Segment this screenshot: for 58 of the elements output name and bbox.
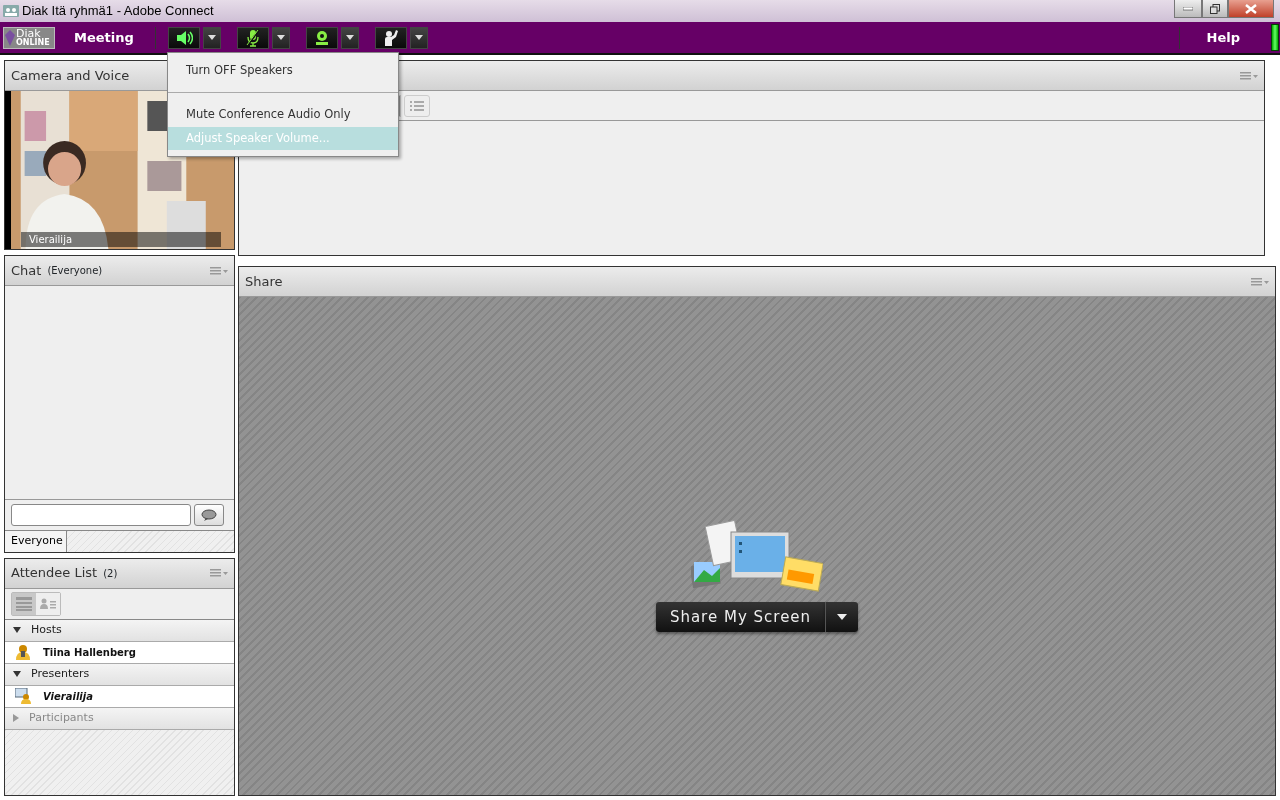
muted-microphone-icon	[244, 28, 261, 47]
caret-icon	[207, 35, 216, 40]
share-options-button[interactable]	[825, 602, 859, 632]
help-menu[interactable]: Help	[1205, 26, 1241, 49]
toolbar-button[interactable]	[305, 26, 338, 49]
contact-card-icon	[40, 597, 56, 610]
dropdown-button[interactable]	[271, 26, 290, 49]
list-icon	[410, 100, 424, 111]
attendee-count: (2)	[103, 566, 118, 581]
caret-icon	[414, 35, 423, 40]
dropdown-button[interactable]	[340, 26, 359, 49]
group-label: Hosts	[31, 621, 62, 638]
meeting-menu[interactable]: Meeting	[73, 26, 135, 49]
host-icon	[15, 644, 31, 661]
logo-mark-icon	[4, 28, 16, 47]
caret-icon	[276, 35, 285, 40]
chat-tab[interactable]: Everyone	[5, 530, 67, 552]
speech-bubble-icon	[201, 508, 217, 521]
restore-icon	[1210, 3, 1220, 14]
close-icon	[1245, 3, 1257, 14]
minimize-button[interactable]	[1174, 0, 1202, 18]
menu-item[interactable]: Mute Conference Audio Only	[168, 103, 398, 127]
caret-icon	[837, 614, 848, 620]
speaker-icon	[174, 29, 193, 46]
collapse-icon	[13, 627, 21, 634]
video-name-label: Vierailija	[21, 232, 221, 248]
attendee-name[interactable]: Vierailija	[43, 688, 93, 704]
connection-status-icon	[1271, 24, 1279, 51]
caret-icon	[345, 35, 354, 40]
restore-button[interactable]	[1202, 0, 1228, 18]
toolbar-button[interactable]	[236, 26, 269, 49]
list-icon	[16, 596, 32, 611]
pod-title: Share	[245, 272, 283, 291]
presenter-icon	[15, 688, 31, 705]
logo-text: Diak	[16, 28, 41, 39]
window-title: Diak Itä ryhmä1 - Adobe Connect	[22, 2, 214, 21]
dropdown-button[interactable]	[409, 26, 428, 49]
share-screen-button[interactable]: Share My Screen	[655, 602, 826, 632]
group-label: Presenters	[31, 665, 90, 682]
logo-tagline: ONLINE	[16, 39, 50, 47]
send-button[interactable]	[194, 503, 224, 526]
menu-item[interactable]: Turn OFF Speakers	[168, 59, 398, 83]
toolbar-button[interactable]	[374, 26, 407, 49]
dropdown-button[interactable]	[202, 26, 221, 49]
pod-title: Chat	[11, 262, 42, 281]
close-button[interactable]	[1228, 0, 1274, 18]
expand-icon	[13, 714, 19, 723]
group-header[interactable]: Presenters	[5, 663, 234, 686]
chat-input-field[interactable]	[11, 503, 191, 526]
group-header[interactable]: Hosts	[5, 619, 234, 642]
group-label: Participants	[29, 709, 94, 726]
app-icon	[3, 4, 19, 18]
pod-title: Camera and Voice	[11, 66, 130, 85]
toolbar-button[interactable]	[167, 26, 200, 49]
pod-title: Attendee List	[11, 564, 98, 583]
collapse-icon	[13, 671, 21, 678]
chat-audience: (Everyone)	[47, 264, 103, 279]
minimize-icon	[1183, 6, 1193, 11]
